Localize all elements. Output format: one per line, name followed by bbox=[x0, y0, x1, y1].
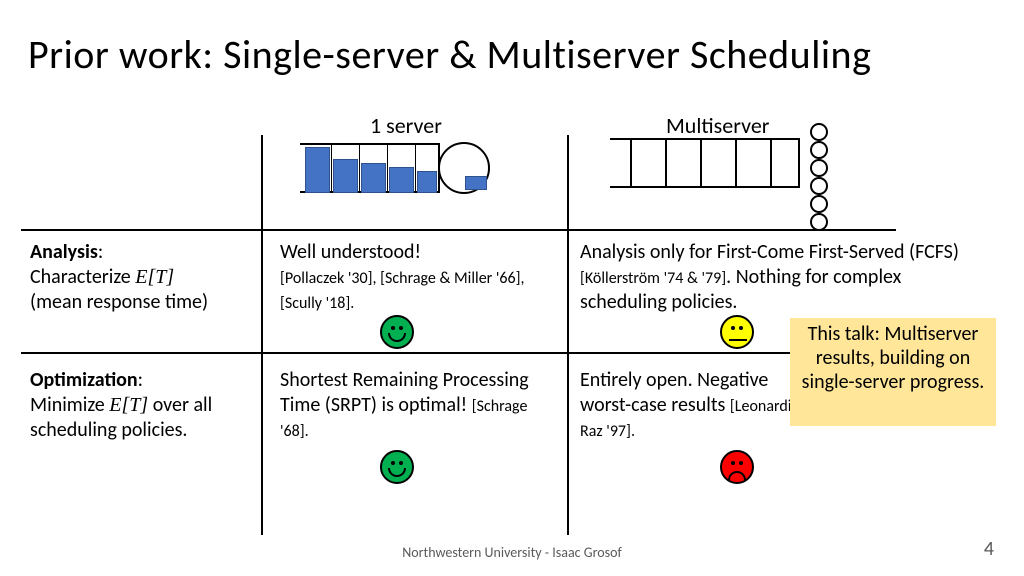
happy-face-icon bbox=[380, 315, 414, 349]
row-label-analysis: Analysis: Characterize E[T] (mean respon… bbox=[30, 240, 250, 315]
cell-analysis-single: Well understood! [Pollaczek '30], [Schra… bbox=[280, 240, 550, 315]
multiserver-diagram bbox=[610, 130, 860, 230]
slide: Prior work: Single-server & Multiserver … bbox=[0, 0, 1024, 576]
page-number: 4 bbox=[984, 537, 994, 561]
cell-analysis-multi: Analysis only for First-Come First-Serve… bbox=[580, 240, 990, 315]
footer-text: Northwestern University - Isaac Grosof bbox=[0, 544, 1024, 561]
row-label-strong: Optimization bbox=[30, 368, 138, 392]
table-rule bbox=[567, 135, 569, 535]
row-label-optimization: Optimization: Minimize E[T] over all sch… bbox=[30, 368, 250, 443]
sad-face-icon bbox=[720, 450, 754, 484]
slide-title: Prior work: Single-server & Multiserver … bbox=[28, 30, 871, 79]
cell-opt-single: Shortest Remaining Processing Time (SRPT… bbox=[280, 368, 550, 443]
column-label-single: 1 server bbox=[370, 112, 442, 139]
table-rule bbox=[21, 352, 896, 354]
table-rule bbox=[21, 229, 896, 231]
callout-box: This talk: Multiserver results, building… bbox=[790, 318, 996, 426]
table-rule bbox=[261, 135, 263, 535]
happy-face-icon bbox=[380, 450, 414, 484]
cell-opt-multi: Entirely open. Negative worst-case resul… bbox=[580, 368, 810, 443]
single-server-diagram bbox=[290, 140, 520, 220]
row-label-strong: Analysis bbox=[30, 240, 98, 264]
neutral-face-icon bbox=[720, 315, 754, 349]
